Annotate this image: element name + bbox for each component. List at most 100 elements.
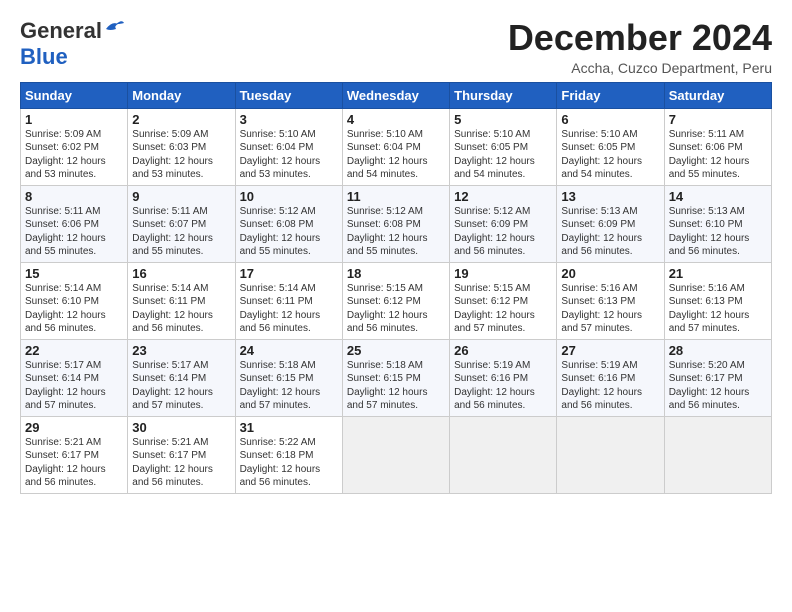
day-number: 17	[240, 266, 338, 281]
calendar-cell: 10Sunrise: 5:12 AM Sunset: 6:08 PM Dayli…	[235, 185, 342, 262]
header-sunday: Sunday	[21, 82, 128, 108]
day-number: 9	[132, 189, 230, 204]
day-number: 27	[561, 343, 659, 358]
cell-info: Sunrise: 5:17 AM Sunset: 6:14 PM Dayligh…	[132, 359, 230, 413]
calendar-cell: 25Sunrise: 5:18 AM Sunset: 6:15 PM Dayli…	[342, 339, 449, 416]
logo-bird-icon	[104, 19, 126, 37]
day-number: 14	[669, 189, 767, 204]
cell-info: Sunrise: 5:12 AM Sunset: 6:08 PM Dayligh…	[240, 205, 338, 259]
day-number: 23	[132, 343, 230, 358]
day-number: 19	[454, 266, 552, 281]
cell-info: Sunrise: 5:18 AM Sunset: 6:15 PM Dayligh…	[347, 359, 445, 413]
day-number: 7	[669, 112, 767, 127]
day-number: 11	[347, 189, 445, 204]
calendar-cell: 19Sunrise: 5:15 AM Sunset: 6:12 PM Dayli…	[450, 262, 557, 339]
calendar-cell: 26Sunrise: 5:19 AM Sunset: 6:16 PM Dayli…	[450, 339, 557, 416]
cell-info: Sunrise: 5:16 AM Sunset: 6:13 PM Dayligh…	[561, 282, 659, 336]
header-tuesday: Tuesday	[235, 82, 342, 108]
calendar-page: General Blue December 2024 Accha, Cuzco …	[0, 0, 792, 612]
day-number: 10	[240, 189, 338, 204]
cell-info: Sunrise: 5:13 AM Sunset: 6:10 PM Dayligh…	[669, 205, 767, 259]
cell-info: Sunrise: 5:11 AM Sunset: 6:06 PM Dayligh…	[25, 205, 123, 259]
day-number: 6	[561, 112, 659, 127]
day-number: 16	[132, 266, 230, 281]
calendar-cell	[450, 416, 557, 493]
cell-info: Sunrise: 5:16 AM Sunset: 6:13 PM Dayligh…	[669, 282, 767, 336]
calendar-cell: 21Sunrise: 5:16 AM Sunset: 6:13 PM Dayli…	[664, 262, 771, 339]
calendar-cell: 9Sunrise: 5:11 AM Sunset: 6:07 PM Daylig…	[128, 185, 235, 262]
cell-info: Sunrise: 5:21 AM Sunset: 6:17 PM Dayligh…	[132, 436, 230, 490]
calendar-cell: 15Sunrise: 5:14 AM Sunset: 6:10 PM Dayli…	[21, 262, 128, 339]
calendar-cell: 30Sunrise: 5:21 AM Sunset: 6:17 PM Dayli…	[128, 416, 235, 493]
logo: General Blue	[20, 18, 126, 70]
day-number: 18	[347, 266, 445, 281]
cell-info: Sunrise: 5:10 AM Sunset: 6:05 PM Dayligh…	[454, 128, 552, 182]
calendar-cell: 13Sunrise: 5:13 AM Sunset: 6:09 PM Dayli…	[557, 185, 664, 262]
calendar-cell: 12Sunrise: 5:12 AM Sunset: 6:09 PM Dayli…	[450, 185, 557, 262]
cell-info: Sunrise: 5:09 AM Sunset: 6:03 PM Dayligh…	[132, 128, 230, 182]
calendar-cell: 16Sunrise: 5:14 AM Sunset: 6:11 PM Dayli…	[128, 262, 235, 339]
header-saturday: Saturday	[664, 82, 771, 108]
day-number: 1	[25, 112, 123, 127]
cell-info: Sunrise: 5:19 AM Sunset: 6:16 PM Dayligh…	[561, 359, 659, 413]
day-number: 31	[240, 420, 338, 435]
calendar-cell: 8Sunrise: 5:11 AM Sunset: 6:06 PM Daylig…	[21, 185, 128, 262]
day-number: 5	[454, 112, 552, 127]
header-monday: Monday	[128, 82, 235, 108]
header-row: SundayMondayTuesdayWednesdayThursdayFrid…	[21, 82, 772, 108]
week-row-1: 8Sunrise: 5:11 AM Sunset: 6:06 PM Daylig…	[21, 185, 772, 262]
week-row-3: 22Sunrise: 5:17 AM Sunset: 6:14 PM Dayli…	[21, 339, 772, 416]
day-number: 12	[454, 189, 552, 204]
calendar-cell: 28Sunrise: 5:20 AM Sunset: 6:17 PM Dayli…	[664, 339, 771, 416]
calendar-cell: 7Sunrise: 5:11 AM Sunset: 6:06 PM Daylig…	[664, 108, 771, 185]
calendar-cell: 17Sunrise: 5:14 AM Sunset: 6:11 PM Dayli…	[235, 262, 342, 339]
day-number: 25	[347, 343, 445, 358]
cell-info: Sunrise: 5:13 AM Sunset: 6:09 PM Dayligh…	[561, 205, 659, 259]
logo-general: General	[20, 18, 102, 44]
cell-info: Sunrise: 5:12 AM Sunset: 6:08 PM Dayligh…	[347, 205, 445, 259]
cell-info: Sunrise: 5:20 AM Sunset: 6:17 PM Dayligh…	[669, 359, 767, 413]
day-number: 4	[347, 112, 445, 127]
calendar-cell: 23Sunrise: 5:17 AM Sunset: 6:14 PM Dayli…	[128, 339, 235, 416]
calendar-cell	[557, 416, 664, 493]
calendar-cell: 31Sunrise: 5:22 AM Sunset: 6:18 PM Dayli…	[235, 416, 342, 493]
calendar-cell: 3Sunrise: 5:10 AM Sunset: 6:04 PM Daylig…	[235, 108, 342, 185]
calendar-cell: 5Sunrise: 5:10 AM Sunset: 6:05 PM Daylig…	[450, 108, 557, 185]
calendar-cell: 27Sunrise: 5:19 AM Sunset: 6:16 PM Dayli…	[557, 339, 664, 416]
calendar-cell: 1Sunrise: 5:09 AM Sunset: 6:02 PM Daylig…	[21, 108, 128, 185]
calendar-cell: 18Sunrise: 5:15 AM Sunset: 6:12 PM Dayli…	[342, 262, 449, 339]
logo-blue: Blue	[20, 44, 68, 69]
cell-info: Sunrise: 5:21 AM Sunset: 6:17 PM Dayligh…	[25, 436, 123, 490]
calendar-table: SundayMondayTuesdayWednesdayThursdayFrid…	[20, 82, 772, 494]
day-number: 24	[240, 343, 338, 358]
cell-info: Sunrise: 5:17 AM Sunset: 6:14 PM Dayligh…	[25, 359, 123, 413]
day-number: 2	[132, 112, 230, 127]
cell-info: Sunrise: 5:10 AM Sunset: 6:05 PM Dayligh…	[561, 128, 659, 182]
cell-info: Sunrise: 5:14 AM Sunset: 6:10 PM Dayligh…	[25, 282, 123, 336]
header: General Blue December 2024 Accha, Cuzco …	[20, 18, 772, 76]
cell-info: Sunrise: 5:15 AM Sunset: 6:12 PM Dayligh…	[347, 282, 445, 336]
day-number: 30	[132, 420, 230, 435]
title-block: December 2024 Accha, Cuzco Department, P…	[508, 18, 772, 76]
calendar-cell: 14Sunrise: 5:13 AM Sunset: 6:10 PM Dayli…	[664, 185, 771, 262]
calendar-cell: 20Sunrise: 5:16 AM Sunset: 6:13 PM Dayli…	[557, 262, 664, 339]
day-number: 29	[25, 420, 123, 435]
header-thursday: Thursday	[450, 82, 557, 108]
calendar-cell: 6Sunrise: 5:10 AM Sunset: 6:05 PM Daylig…	[557, 108, 664, 185]
calendar-cell: 22Sunrise: 5:17 AM Sunset: 6:14 PM Dayli…	[21, 339, 128, 416]
month-title: December 2024	[508, 18, 772, 58]
day-number: 21	[669, 266, 767, 281]
cell-info: Sunrise: 5:19 AM Sunset: 6:16 PM Dayligh…	[454, 359, 552, 413]
day-number: 28	[669, 343, 767, 358]
calendar-cell: 11Sunrise: 5:12 AM Sunset: 6:08 PM Dayli…	[342, 185, 449, 262]
header-wednesday: Wednesday	[342, 82, 449, 108]
cell-info: Sunrise: 5:14 AM Sunset: 6:11 PM Dayligh…	[240, 282, 338, 336]
week-row-4: 29Sunrise: 5:21 AM Sunset: 6:17 PM Dayli…	[21, 416, 772, 493]
cell-info: Sunrise: 5:15 AM Sunset: 6:12 PM Dayligh…	[454, 282, 552, 336]
day-number: 3	[240, 112, 338, 127]
calendar-cell	[664, 416, 771, 493]
week-row-0: 1Sunrise: 5:09 AM Sunset: 6:02 PM Daylig…	[21, 108, 772, 185]
calendar-cell: 2Sunrise: 5:09 AM Sunset: 6:03 PM Daylig…	[128, 108, 235, 185]
cell-info: Sunrise: 5:12 AM Sunset: 6:09 PM Dayligh…	[454, 205, 552, 259]
location-subtitle: Accha, Cuzco Department, Peru	[508, 60, 772, 76]
